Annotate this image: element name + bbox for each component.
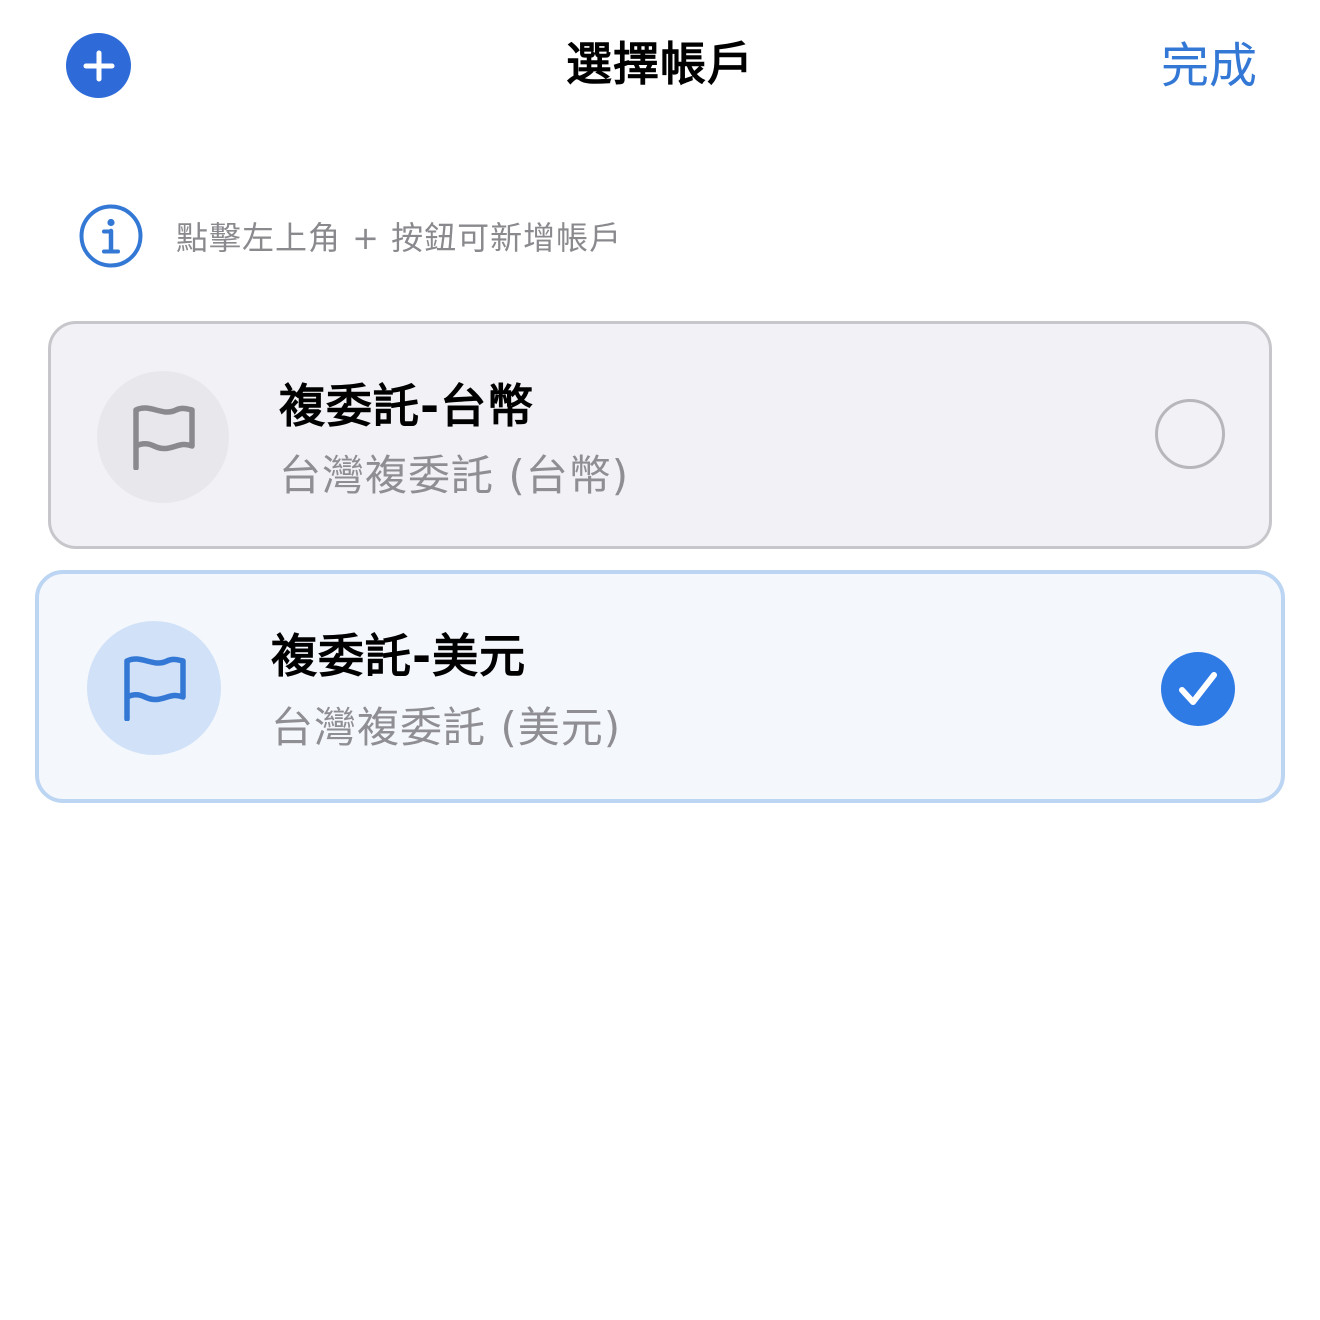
flag-icon — [133, 405, 195, 470]
radio-checked-icon[interactable] — [1161, 652, 1235, 726]
checkmark-icon — [1179, 672, 1217, 705]
account-avatar — [87, 621, 221, 755]
account-description: 台灣複委託 (台幣) — [279, 451, 630, 500]
add-account-hint: 點擊左上角 + 按鈕可新增帳戶 — [78, 203, 622, 269]
nav-header: 選擇帳戶 完成 — [0, 0, 1320, 130]
page-title: 選擇帳戶 — [566, 37, 754, 91]
radio-unchecked-icon[interactable] — [1155, 399, 1225, 469]
account-avatar — [97, 371, 229, 503]
flag-icon — [124, 656, 186, 721]
done-button[interactable]: 完成 — [1161, 36, 1257, 96]
account-description: 台灣複委託 (美元) — [271, 703, 622, 752]
account-card-twd[interactable]: 複委託-台幣 台灣複委託 (台幣) — [48, 321, 1272, 549]
info-icon — [79, 204, 143, 268]
account-name: 複委託-美元 — [271, 629, 527, 683]
select-account-screen: 選擇帳戶 完成 點擊左上角 + 按鈕可新增帳戶 複委託-台幣 台灣複委託 (台幣… — [0, 0, 1320, 1320]
account-card-usd[interactable]: 複委託-美元 台灣複委託 (美元) — [35, 570, 1285, 803]
hint-text: 點擊左上角 + 按鈕可新增帳戶 — [176, 219, 623, 257]
account-name: 複委託-台幣 — [279, 379, 535, 433]
